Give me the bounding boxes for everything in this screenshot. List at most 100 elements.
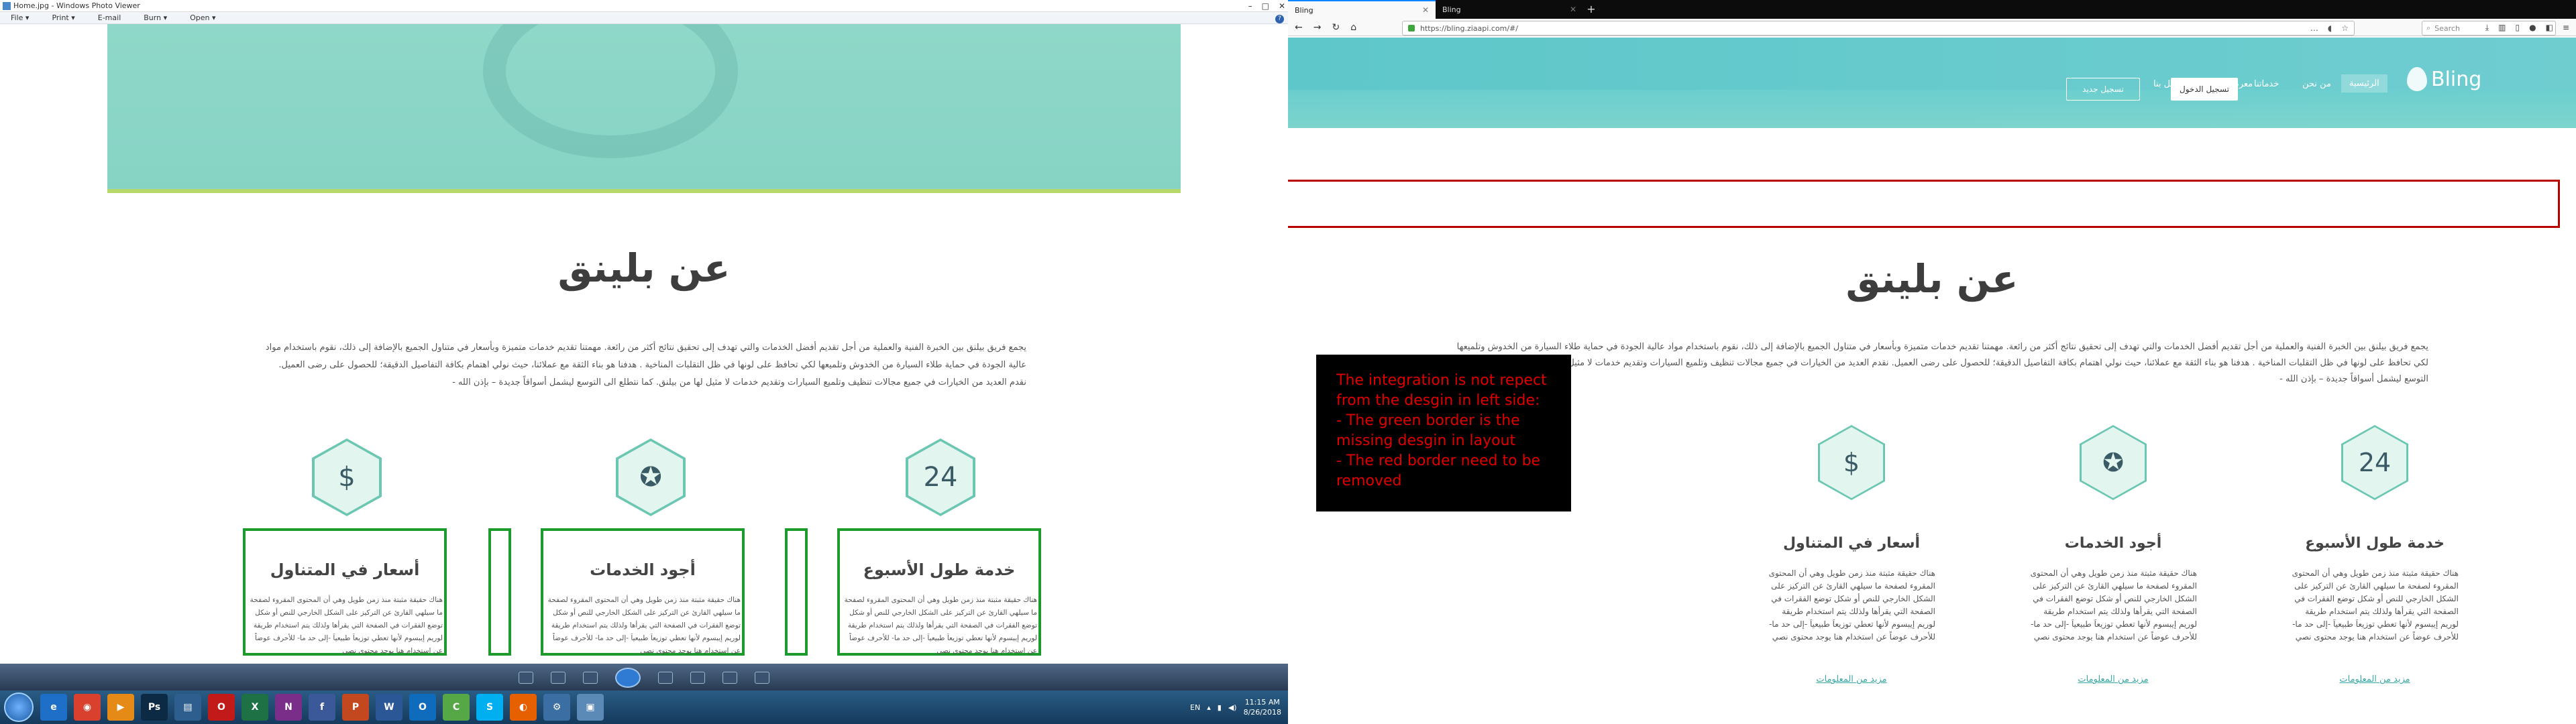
tab-bling-2[interactable]: Bling ✕ <box>1436 0 1583 19</box>
taskbar-apps: e ◉ ▶ Ps ▤ O X Nf P W O C S ◐ ⚙ ▣ <box>40 694 604 721</box>
window-controls: – □ ✕ <box>1248 0 1285 12</box>
powerpoint-icon[interactable]: P <box>342 694 369 721</box>
firefox-icon[interactable]: ◐ <box>510 694 537 721</box>
dollar-icon: $ <box>312 438 382 516</box>
menu-burn[interactable]: Burn ▾ <box>144 13 167 22</box>
photo-viewer-controls <box>0 664 1288 690</box>
outlook-icon[interactable]: O <box>409 694 436 721</box>
excel-icon[interactable]: X <box>241 694 268 721</box>
site-card-text-1: هناك حقيقة مثبتة منذ زمن طويل وهي أن الم… <box>2292 568 2459 642</box>
tab-close-icon[interactable]: ✕ <box>1422 5 1429 15</box>
clock-time: 11:15 AM <box>1244 698 1280 707</box>
design-about-heading: عن بلينق <box>557 245 731 291</box>
24h-icon: 24 <box>906 438 975 516</box>
photo-viewer-menubar: File ▾ Print ▾ E-mail Burn ▾ Open ▾ <box>0 12 1288 24</box>
tab-bling-1[interactable]: Bling ✕ <box>1288 0 1436 19</box>
next-icon[interactable] <box>658 672 673 684</box>
previous-icon[interactable] <box>583 672 598 684</box>
menu-file[interactable]: File ▾ <box>11 13 29 22</box>
minimize-icon[interactable]: – <box>1248 0 1252 12</box>
menu-email[interactable]: E-mail <box>98 13 121 22</box>
tab-label: Bling <box>1442 5 1461 14</box>
pocket-icon[interactable]: ◖ <box>2328 23 2332 33</box>
lock-icon <box>1408 25 1415 32</box>
tab-strip: Bling ✕ Bling ✕ + <box>1288 0 2576 19</box>
url-text: https://bling.ziaapi.com/#/ <box>1420 23 1518 33</box>
search-placeholder: Search <box>2434 23 2460 33</box>
rotate-right-icon[interactable] <box>722 672 737 684</box>
help-icon[interactable]: ? <box>1275 15 1284 23</box>
design-card-title-2: أجود الخدمات <box>590 560 696 579</box>
onenote-icon[interactable]: N <box>275 694 302 721</box>
note-line-1: The integration is not repect from the d… <box>1336 372 1547 409</box>
more-info-link-3[interactable]: مزيد من المعلومات <box>1764 674 1939 684</box>
24h-icon: 24 <box>2341 425 2408 500</box>
nav-services[interactable]: خدماتنا <box>2254 79 2279 89</box>
quality-badge-icon: ✪ <box>616 438 686 516</box>
rotate-left-icon[interactable] <box>690 672 705 684</box>
system-tray: EN ▴ ▮ ◀) 11:15 AM 8/26/2018 <box>1190 690 1281 724</box>
register-button[interactable]: تسجيل جديد <box>2066 78 2140 101</box>
settings-icon[interactable]: ⚙ <box>543 694 570 721</box>
sidebar-icon[interactable]: ▯ <box>2516 23 2520 33</box>
site-about-heading: عن بلينق <box>1845 256 2019 302</box>
bookmark-star-icon[interactable]: ☆ <box>2341 23 2349 33</box>
tray-arrow-icon[interactable]: ▴ <box>1207 703 1211 712</box>
hamburger-menu-icon[interactable]: ≡ <box>2563 23 2569 33</box>
site-card-text-2: هناك حقيقة مثبتة منذ زمن طويل وهي أن الم… <box>2030 568 2197 642</box>
toolbar-right-icons: ⤓ ▥ ▯ ● ◧ ≡ <box>2485 23 2569 33</box>
photoshop-icon[interactable]: Ps <box>141 694 168 721</box>
home-icon[interactable]: ⌂ <box>1350 22 1356 33</box>
taskbar: e ◉ ▶ Ps ▤ O X Nf P W O C S ◐ ⚙ ▣ EN ▴ ▮ ◀) 11:15 AM 8/… <box>0 690 1288 724</box>
maximize-icon[interactable]: □ <box>1262 0 1269 12</box>
close-icon[interactable]: ✕ <box>1279 0 1285 12</box>
clock-date: 8/26/2018 <box>1243 708 1281 717</box>
car-wheel-image <box>483 24 738 158</box>
zoom-icon[interactable] <box>519 672 533 684</box>
menu-open[interactable]: Open ▾ <box>190 13 215 22</box>
photo-viewer-titlebar: Home.jpg - Windows Photo Viewer – □ ✕ <box>0 0 1288 12</box>
site-about-paragraph: يجمع فريق بيلنق بين الخبرة الفنية والعمل… <box>1456 342 2428 384</box>
more-info-link-2[interactable]: مزيد من المعلومات <box>2026 674 2200 684</box>
volume-icon[interactable]: ◀) <box>1228 703 1237 712</box>
note-line-2: - The green border is the missing desgin… <box>1336 412 1520 449</box>
design-image: عن بلينق يجمع فريق بيلنق بين الخبرة الفن… <box>107 24 1181 690</box>
screenshot-icon[interactable]: ◧ <box>2546 23 2553 33</box>
start-button[interactable] <box>4 692 34 722</box>
ie-icon[interactable]: e <box>40 694 67 721</box>
extension-icon[interactable]: ● <box>2529 23 2536 33</box>
nav-home[interactable]: الرئيسية <box>2341 74 2387 93</box>
downloads-icon[interactable]: ⤓ <box>2485 23 2489 33</box>
word-icon[interactable]: W <box>376 694 402 721</box>
annotation-note: The integration is not repect from the d… <box>1316 355 1571 511</box>
login-button[interactable]: تسجيل الدخول <box>2171 78 2238 101</box>
site-card-title-2: أجود الخدمات <box>2064 535 2162 552</box>
language-indicator[interactable]: EN <box>1190 703 1200 712</box>
actual-size-icon[interactable] <box>551 672 566 684</box>
url-bar[interactable]: https://bling.ziaapi.com/#/ … ◖ ☆ <box>1402 21 2355 36</box>
new-tab-button[interactable]: + <box>1583 0 1599 19</box>
skype-icon[interactable]: S <box>476 694 503 721</box>
slideshow-icon[interactable] <box>615 668 641 688</box>
facebook-icon[interactable]: f <box>309 694 335 721</box>
nav-about[interactable]: من نحن <box>2302 79 2331 89</box>
opera-icon[interactable]: O <box>208 694 235 721</box>
camtasia-icon[interactable]: C <box>443 694 470 721</box>
files-icon[interactable]: ▤ <box>174 694 201 721</box>
more-info-link-1[interactable]: مزيد من المعلومات <box>2288 674 2462 684</box>
media-player-icon[interactable]: ▶ <box>107 694 134 721</box>
site-logo[interactable]: Bling <box>2407 67 2481 91</box>
network-icon[interactable]: ▮ <box>1218 703 1222 712</box>
library-icon[interactable]: ▥ <box>2498 23 2506 33</box>
menu-print[interactable]: Print ▾ <box>52 13 74 22</box>
site-card-title-3: أسعار في المتناول <box>1782 535 1921 552</box>
photo-viewer-icon[interactable]: ▣ <box>577 694 604 721</box>
back-icon[interactable]: ← <box>1295 22 1303 33</box>
chrome-icon[interactable]: ◉ <box>74 694 101 721</box>
clock[interactable]: 11:15 AM 8/26/2018 <box>1244 697 1281 717</box>
tab-close-icon[interactable]: ✕ <box>1570 5 1576 14</box>
reload-icon[interactable]: ↻ <box>1332 22 1340 33</box>
forward-icon[interactable]: → <box>1313 22 1322 33</box>
delete-icon[interactable] <box>755 672 769 684</box>
page-actions-icon[interactable]: … <box>2310 23 2318 33</box>
